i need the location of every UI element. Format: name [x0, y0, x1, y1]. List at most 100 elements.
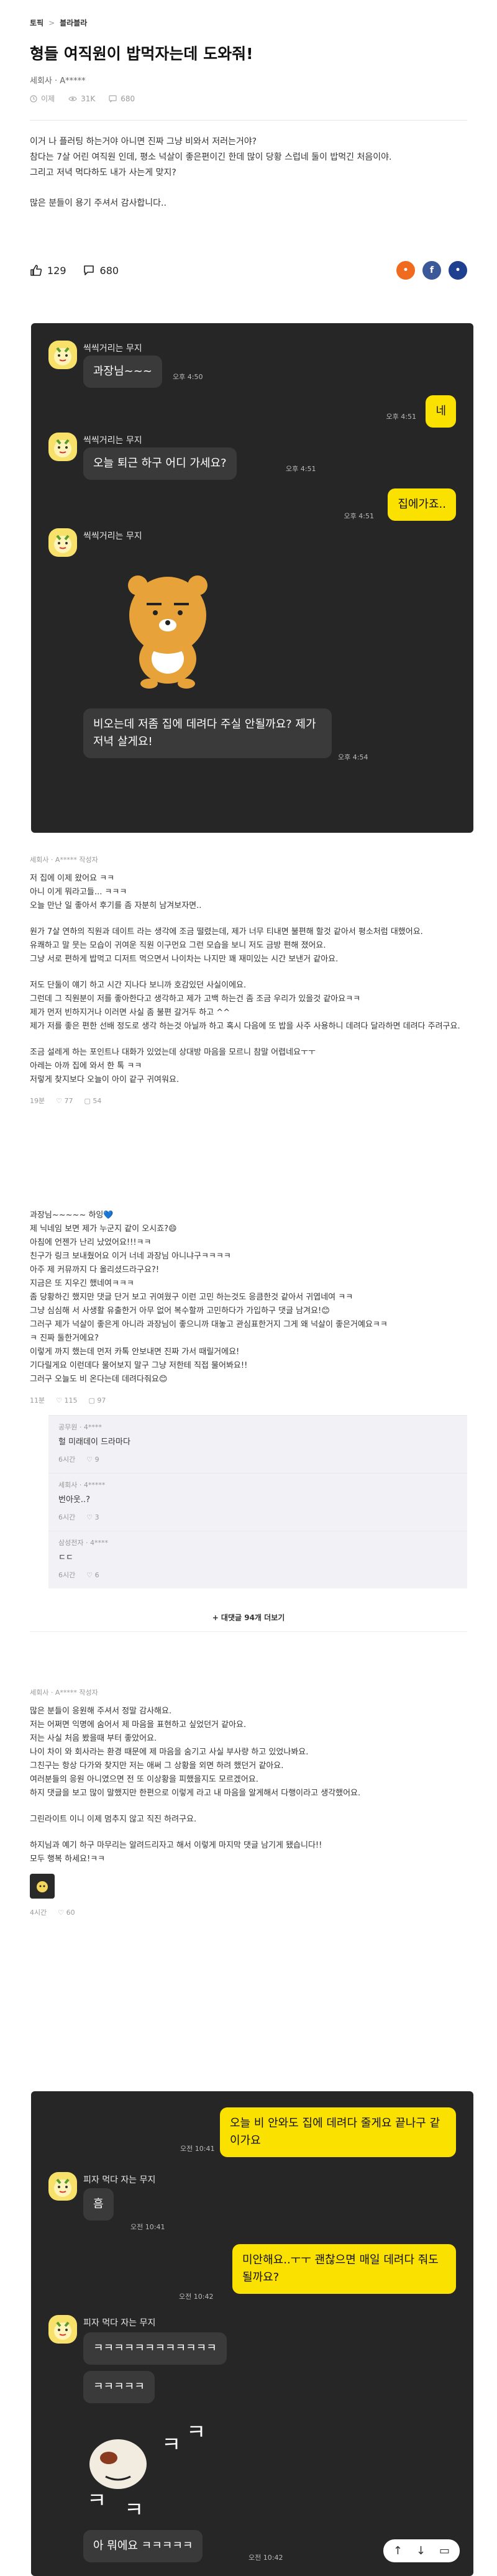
- comment-shortcut-icon[interactable]: ▭: [439, 2544, 450, 2557]
- post-section: 토픽 > 블라블라 형들 여직원이 밥먹자는데 도와줘! 세회사 · A****…: [0, 0, 497, 283]
- post-author[interactable]: 세회사 · A*****: [30, 74, 467, 86]
- post-body-line: 그리고 저녁 먹다하도 내가 사는게 맞지?: [30, 168, 176, 178]
- comment-time: 4시간: [30, 1909, 47, 1917]
- comment-2: 과장님~~~~~ 하잉💙 제 닉네임 보면 제가 누군지 같이 오시죠?😄 아침…: [0, 1209, 497, 1659]
- comment-meta[interactable]: 세회사 · A***** 작성자: [30, 1687, 467, 1697]
- post-stats: 이제 31K 680: [30, 93, 467, 104]
- comment-footer: 4시간 ♡ 60: [30, 1907, 467, 1917]
- chat-time: 오후 4:51: [286, 465, 316, 473]
- sender-name: 씩씩거리는 무지: [83, 531, 142, 541]
- svg-text:ㅋ: ㅋ: [87, 2488, 106, 2513]
- comment-time: 19분: [30, 1097, 45, 1105]
- breadcrumb-home[interactable]: 토픽: [30, 17, 43, 28]
- scroll-down-icon[interactable]: ↓: [416, 2544, 426, 2557]
- divider: [30, 120, 467, 121]
- comment-icon: [109, 94, 117, 103]
- comment-footer: 19분 ♡ 77 ▢ 54: [30, 1096, 467, 1106]
- share-icon[interactable]: •: [396, 261, 415, 280]
- comment-reply-button[interactable]: ▢ 97: [88, 1396, 106, 1405]
- chat-time: 오후 4:50: [173, 373, 203, 381]
- floating-nav: ↑ ↓ ▭: [383, 2539, 460, 2562]
- post-title: 형들 여직원이 밥먹자는데 도와줘!: [30, 45, 253, 63]
- reply-item: 삼성전자 · 4**** ㄷㄷ 6시간 ♡ 6: [48, 1531, 467, 1588]
- muzi-avatar-icon: [54, 439, 71, 457]
- chat-bubble-mine: 네: [426, 395, 456, 428]
- chat-time: 오전 10:42: [248, 2554, 283, 2562]
- chat-time: 오전 10:42: [179, 2293, 214, 2301]
- svg-text:ㅋ: ㅋ: [124, 2498, 144, 2520]
- breadcrumb: 토픽 > 블라블라: [30, 17, 467, 28]
- chat-screenshot-1: 씩씩거리는 무지 과장님~~~ 오후 4:50 네 오후 4:51 씩씩거리는 …: [31, 323, 473, 833]
- post-body-line: 이거 나 플러팅 하는거야 아니면 진짜 그냥 비와서 저러는거야?: [30, 137, 257, 147]
- sender-name: 씩씩거리는 무지: [83, 436, 142, 446]
- post-time: 이제: [30, 93, 55, 104]
- comment-like-button[interactable]: ♡ 77: [56, 1097, 73, 1105]
- post-views: 31K: [68, 94, 95, 103]
- comment-author-1: 세회사 · A***** 작성자 저 집에 이제 왔어요 ㅋㅋ 아니 이게 뭐라…: [0, 855, 497, 1181]
- chat-bubble: 과장님~~~: [83, 355, 162, 388]
- like-count: 129: [47, 264, 66, 277]
- post-comment-count: 680: [109, 94, 135, 103]
- reply-list: 공무원 · 4**** 헐 미래데이 드라마다 6시간 ♡ 9 세회사 · 4**…: [30, 1415, 467, 1588]
- post-body: 이거 나 플러팅 하는거야 아니면 진짜 그냥 비와서 저러는거야? 참다는 7…: [30, 134, 467, 211]
- avatar: [48, 433, 77, 461]
- chat-bubble-mine: 오늘 비 안와도 집에 데려다 줄게요 끝나구 같이가요: [220, 2107, 456, 2157]
- comment-like-button[interactable]: ♡ 60: [58, 1909, 75, 1917]
- svg-text:ㅋ: ㅋ: [162, 2432, 181, 2457]
- chat-bubble: 오늘 퇴근 하구 어디 가세요?: [83, 447, 237, 480]
- laughing-emoticon-icon: ㅋ ㅋ ㅋ ㅋ: [87, 2420, 206, 2520]
- divider: [30, 1631, 467, 1632]
- comment-time: 11분: [30, 1396, 45, 1405]
- reply-item: 공무원 · 4**** 헐 미래데이 드라마다 6시간 ♡ 9: [48, 1415, 467, 1473]
- sender-name: 피자 먹다 자는 무지: [83, 2175, 156, 2185]
- comment-button[interactable]: 680: [83, 264, 119, 277]
- emoticon-thumbnail-icon: [37, 1881, 48, 1892]
- avatar: [48, 2172, 77, 2201]
- comment-like-button[interactable]: ♡ 3: [86, 1513, 99, 1521]
- chat-time: 오후 4:51: [386, 413, 416, 421]
- comment-footer: 11분 ♡ 115 ▢ 97: [30, 1395, 467, 1405]
- chat-bubble-mine: 미안해요..ㅜㅜ 괜찮으면 매일 데려다 줘도 될까요?: [232, 2244, 456, 2294]
- comment-reply-button[interactable]: ▢ 54: [84, 1097, 101, 1105]
- reply-item: 세회사 · 4***** 번아웃..? 6시간 ♡ 3: [48, 1473, 467, 1531]
- chat-bubble: 아 뭐에요 ㅋㅋㅋㅋㅋ: [83, 2530, 203, 2562]
- avatar: [48, 2315, 77, 2344]
- chat-time: 오후 4:51: [344, 512, 374, 520]
- clock-icon: [30, 94, 37, 103]
- comment-text: 많은 분들이 응원해 주셔서 정말 감사해요. 저는 어쩌면 익명에 숨어서 제…: [30, 1707, 361, 1864]
- chat-time: 오전 10:41: [130, 2223, 165, 2231]
- chat-bubble: ㅋㅋㅋㅋㅋㅋㅋㅋㅋㅋㅋㅋ: [83, 2332, 227, 2365]
- post-actions: 129 680 • f •: [30, 261, 467, 280]
- chat-time: 오전 10:41: [180, 2145, 215, 2153]
- breadcrumb-separator: >: [48, 18, 55, 27]
- comment-author-2: 세회사 · A***** 작성자 많은 분들이 응원해 주셔서 정말 감사해요.…: [0, 1687, 497, 2066]
- comment-like-button[interactable]: ♡ 6: [86, 1571, 99, 1579]
- comment-like-button[interactable]: ♡ 9: [86, 1455, 99, 1464]
- chat-bubble-mine: 집에가죠..: [388, 488, 456, 521]
- comment-count: 680: [99, 264, 119, 277]
- like-button[interactable]: 129: [30, 264, 66, 277]
- facebook-icon[interactable]: f: [422, 261, 441, 280]
- eye-icon: [68, 96, 77, 101]
- more-replies-button[interactable]: + 대댓글 94개 더보기: [30, 1612, 467, 1623]
- comment-icon: [83, 265, 94, 275]
- breadcrumb-board[interactable]: 블라블라: [60, 17, 87, 28]
- comment-text: 저 집에 이제 왔어요 ㅋㅋ 아니 이게 뭐라고들... ㅋㅋㅋ 오늘 만난 일…: [30, 874, 460, 1084]
- chat-bubble: ㅋㅋㅋㅋㅋ: [83, 2371, 155, 2403]
- chat-screenshot-2: 오늘 비 안와도 집에 데려다 줄게요 끝나구 같이가요 오전 10:41 피자…: [31, 2091, 473, 2576]
- muzi-avatar-icon: [54, 534, 71, 553]
- sender-name: 피자 먹다 자는 무지: [83, 2318, 156, 2328]
- chat-bubble: 흠: [83, 2188, 114, 2221]
- sender-name: 씩씩거리는 무지: [83, 344, 142, 354]
- attached-image-thumbnail[interactable]: [30, 1874, 55, 1899]
- link-share-icon[interactable]: •: [449, 261, 467, 280]
- svg-text:ㅋ: ㅋ: [186, 2420, 206, 2445]
- comment-meta[interactable]: 세회사 · A***** 작성자: [30, 855, 467, 864]
- scroll-up-icon[interactable]: ↑: [393, 2544, 403, 2557]
- chat-time: 오후 4:54: [338, 753, 368, 761]
- ryan-emoticon-icon: [128, 575, 207, 689]
- avatar: [48, 341, 77, 369]
- chat-bubble: 비오는데 저좀 집에 데려다 주실 안될까요? 제가 저녁 살게요!: [83, 708, 332, 758]
- comment-like-button[interactable]: ♡ 115: [56, 1396, 77, 1405]
- page-root: 토픽 > 블라블라 형들 여직원이 밥먹자는데 도와줘! 세회사 · A****…: [0, 0, 497, 2576]
